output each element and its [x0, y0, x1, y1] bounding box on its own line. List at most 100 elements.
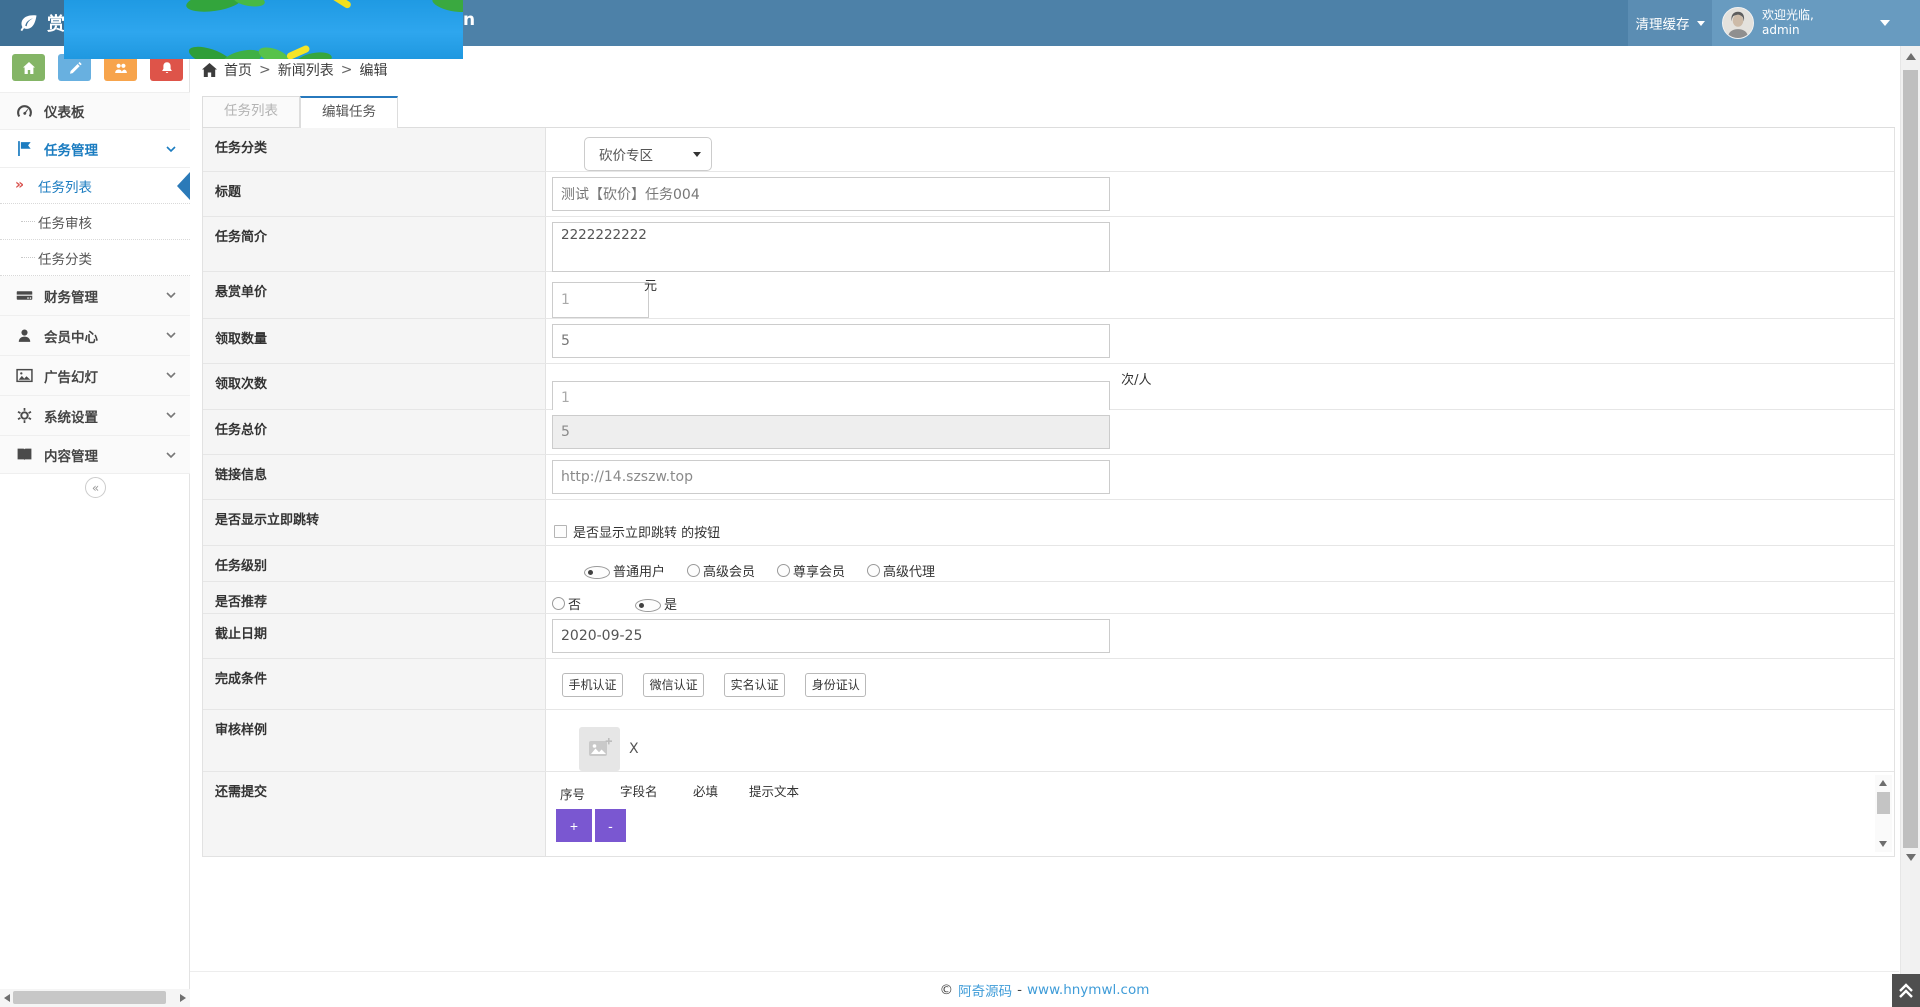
sidebar-collapse-button[interactable]: «: [85, 477, 106, 498]
page-vertical-scrollbar[interactable]: [1900, 46, 1920, 1007]
field-label: 任务分类: [203, 128, 546, 171]
radio-icon: [635, 599, 661, 612]
clear-cache-button[interactable]: 清理缓存: [1628, 0, 1712, 46]
intro-textarea[interactable]: 2222222222: [552, 222, 1110, 272]
sidebar: 仪表板 任务管理 » 任务列表 任务审核: [0, 46, 190, 1007]
recommend-radio-yes[interactable]: 是: [603, 594, 677, 613]
caret-down-icon: [693, 152, 701, 157]
sidebar-item-task-review[interactable]: 任务审核: [0, 204, 190, 240]
book-icon: [16, 447, 33, 462]
scrollbar-thumb[interactable]: [1877, 792, 1890, 814]
home-icon[interactable]: [12, 54, 45, 81]
form-row-unit-price: 悬赏单价 元: [203, 272, 1894, 319]
sidebar-item-label: 系统设置: [44, 406, 98, 426]
field-label: 悬赏单价: [203, 272, 546, 318]
radio-label: 高级代理: [883, 561, 935, 580]
unit-price-input[interactable]: [552, 282, 649, 318]
radio-label: 否: [568, 594, 581, 613]
title-input[interactable]: [552, 177, 1110, 211]
main-content: 首页 > 新闻列表 > 编辑 任务列表编辑任务 任务分类 砍价专区 标题: [190, 46, 1920, 1007]
level-radio-vip[interactable]: 高级会员: [687, 561, 755, 580]
scrollbar-thumb[interactable]: [13, 991, 166, 1004]
form-row-recommend: 是否推荐 否 是: [203, 582, 1894, 614]
condition-wechat-button[interactable]: 微信认证: [643, 673, 704, 697]
chevron-down-icon: [166, 292, 176, 299]
extra-header-field: 字段名: [620, 781, 658, 800]
condition-realname-button[interactable]: 实名认证: [724, 673, 785, 697]
back-to-top-button[interactable]: [1892, 974, 1920, 1007]
home-icon: [202, 63, 217, 77]
footer-separator: -: [1017, 982, 1022, 998]
sidebar-item-task-category[interactable]: 任务分类: [0, 240, 190, 276]
user-icon: [16, 328, 33, 343]
footer-link-brand[interactable]: 阿奇源码: [958, 980, 1012, 1000]
extra-remove-button[interactable]: -: [595, 809, 626, 842]
footer-link-site[interactable]: www.hnymwl.com: [1027, 982, 1149, 998]
form-row-title: 标题: [203, 172, 1894, 217]
sidebar-item-label: 任务列表: [38, 176, 92, 196]
welcome-line1: 欢迎光临,: [1762, 8, 1814, 23]
unit-price-unit: 元: [644, 275, 657, 294]
sidebar-menu: 仪表板 任务管理 » 任务列表 任务审核: [0, 92, 190, 474]
breadcrumb-level1[interactable]: 新闻列表: [278, 60, 334, 80]
field-label: 标题: [203, 172, 546, 216]
recommend-radio-no[interactable]: 否: [552, 594, 581, 613]
quantity-input[interactable]: [552, 324, 1110, 358]
banner-image: [64, 0, 463, 59]
category-select[interactable]: 砍价专区: [584, 137, 712, 171]
field-label: 是否推荐: [203, 582, 546, 613]
scroll-left-icon[interactable]: [4, 994, 10, 1002]
field-label: 任务总价: [203, 410, 546, 454]
sidebar-item-label: 内容管理: [44, 445, 98, 465]
sidebar-item-task-list[interactable]: » 任务列表: [0, 168, 190, 204]
total-price-input: [552, 415, 1110, 449]
scrollbar-thumb[interactable]: [1903, 70, 1918, 848]
radio-icon: [867, 564, 880, 577]
breadcrumb: 首页 > 新闻列表 > 编辑: [202, 60, 387, 80]
condition-idcard-button[interactable]: 身份证认: [805, 673, 866, 697]
jump-checkbox[interactable]: [554, 525, 567, 538]
extra-header-required: 必填: [693, 781, 718, 800]
radio-icon: [687, 564, 700, 577]
sidebar-item-task-management[interactable]: 任务管理: [0, 130, 190, 168]
sidebar-item-members[interactable]: 会员中心: [0, 316, 190, 356]
scroll-right-icon[interactable]: [180, 994, 186, 1002]
condition-phone-button[interactable]: 手机认证: [562, 673, 623, 697]
sidebar-horizontal-scrollbar[interactable]: [0, 989, 190, 1007]
sidebar-item-finance[interactable]: 财务管理: [0, 276, 190, 316]
sidebar-item-ads[interactable]: 广告幻灯: [0, 356, 190, 396]
scroll-up-icon[interactable]: [1906, 53, 1916, 60]
scroll-up-icon[interactable]: [1879, 780, 1887, 786]
radio-label: 普通用户: [613, 561, 665, 580]
level-radio-premium[interactable]: 尊享会员: [777, 561, 845, 580]
sample-x-label[interactable]: X: [629, 741, 639, 757]
sidebar-item-settings[interactable]: 系统设置: [0, 396, 190, 436]
deadline-input[interactable]: [552, 619, 1110, 653]
radio-label: 尊享会员: [793, 561, 845, 580]
chevron-down-icon: [166, 332, 176, 339]
extra-scrollbar[interactable]: [1875, 775, 1892, 852]
sidebar-item-label: 财务管理: [44, 286, 98, 306]
double-chevron-up-icon: [1899, 983, 1913, 999]
breadcrumb-home[interactable]: 首页: [224, 60, 252, 80]
scroll-down-icon[interactable]: [1906, 854, 1916, 861]
image-upload-icon[interactable]: [579, 727, 620, 771]
copyright-symbol: ©: [940, 982, 954, 998]
extra-add-button[interactable]: +: [556, 809, 592, 842]
tab-task-list[interactable]: 任务列表: [202, 96, 300, 128]
link-input[interactable]: [552, 460, 1110, 494]
user-menu[interactable]: 欢迎光临, admin: [1712, 0, 1920, 46]
chevron-down-icon: [166, 372, 176, 379]
sidebar-item-label: 仪表板: [44, 101, 85, 121]
level-radio-normal[interactable]: 普通用户: [552, 561, 665, 580]
clear-cache-label: 清理缓存: [1636, 13, 1690, 33]
sidebar-item-dashboard[interactable]: 仪表板: [0, 92, 190, 130]
tab-edit-task[interactable]: 编辑任务: [300, 96, 398, 129]
scroll-down-icon[interactable]: [1879, 841, 1887, 847]
sidebar-item-content[interactable]: 内容管理: [0, 436, 190, 474]
form-row-extra: 还需提交 序号 字段名 必填 提示文本 + -: [203, 772, 1894, 856]
radio-label: 高级会员: [703, 561, 755, 580]
level-radio-agent[interactable]: 高级代理: [867, 561, 935, 580]
breadcrumb-separator: >: [341, 62, 353, 78]
chevron-down-icon: [1880, 20, 1890, 26]
